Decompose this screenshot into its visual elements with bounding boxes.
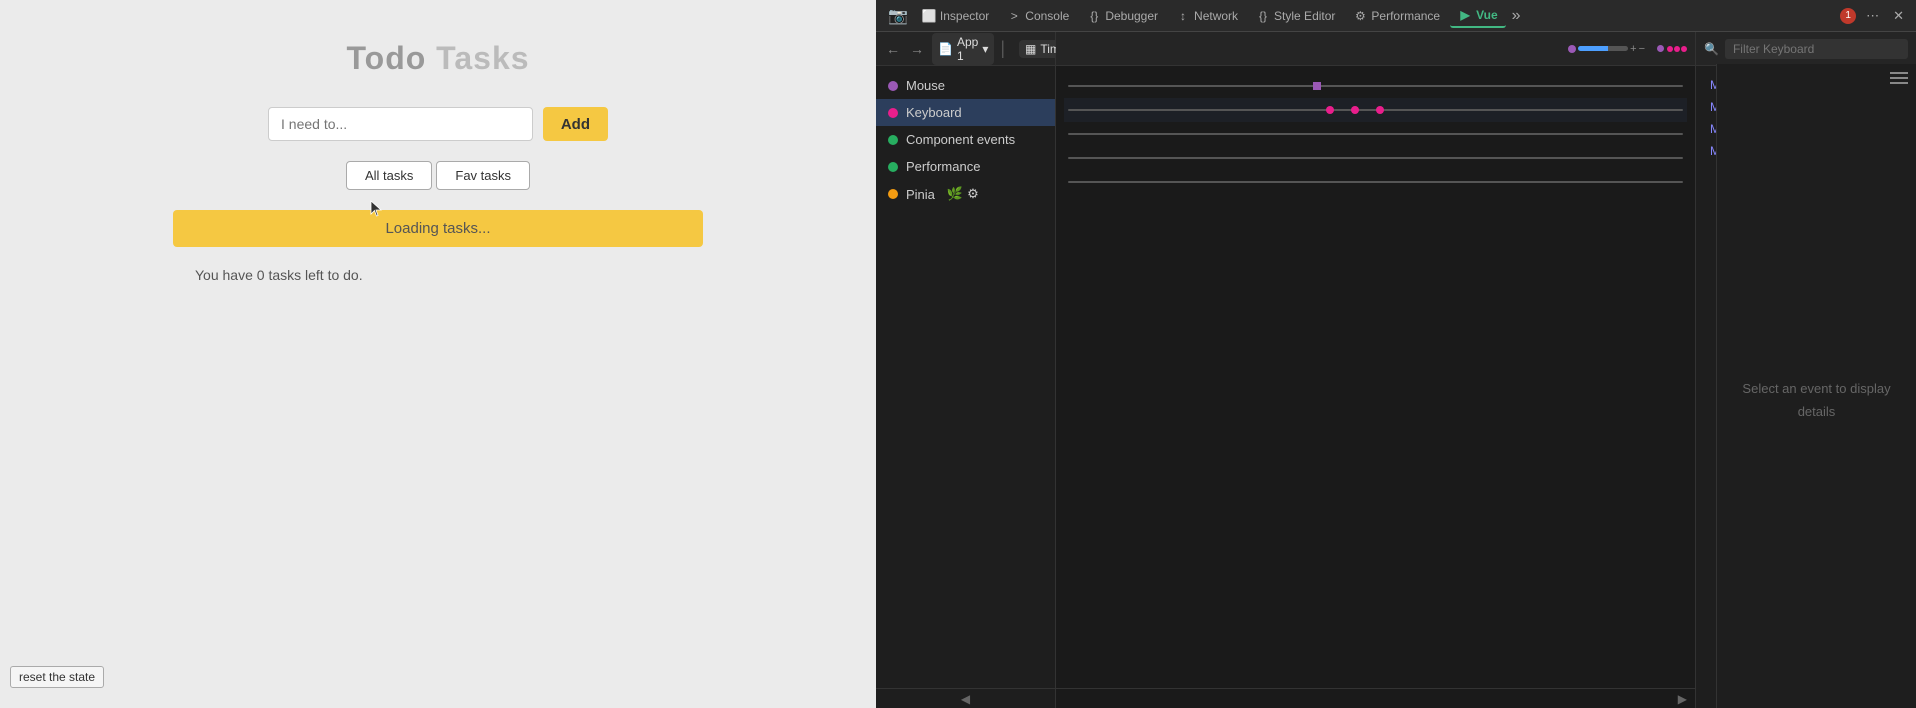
tl-dot-pink-3 xyxy=(1681,46,1687,52)
timeline-icon: ▦ xyxy=(1025,42,1036,56)
pinia-gear-icon: ⚙ xyxy=(967,186,979,202)
error-badge: 1 xyxy=(1840,8,1856,24)
style-editor-icon: {} xyxy=(1256,9,1270,23)
zoom-plus[interactable]: + xyxy=(1630,43,1636,55)
event-detail-right: Select an event to display details xyxy=(1716,64,1916,708)
tab-style-editor[interactable]: {} Style Editor xyxy=(1248,5,1343,27)
tl-event-keyboard-1 xyxy=(1326,106,1334,114)
tl-dot-pink-1 xyxy=(1667,46,1673,52)
console-icon: > xyxy=(1007,9,1021,23)
vue-panel: ← → 📄 App 1 ▾ | ▦ Timeline ▾ 🎨 ⎘ xyxy=(876,32,1056,708)
settings-icon[interactable]: ⋯ xyxy=(1862,6,1883,26)
performance-icon: ⚙ xyxy=(1353,9,1367,23)
devtools-panel: 📷 ⬜ Inspector > Console {} Debugger ↕ Ne… xyxy=(876,0,1916,708)
zoom-indicator: + − xyxy=(1568,43,1645,55)
tl-bar-performance xyxy=(1068,157,1683,159)
empty-state-text: Select an event to display details xyxy=(1717,337,1916,464)
tl-bar-pinia xyxy=(1068,181,1683,183)
tl-bar-mouse xyxy=(1068,85,1683,87)
timeline-bar-area xyxy=(1056,66,1695,708)
filter-fav-button[interactable]: Fav tasks xyxy=(436,161,530,190)
tab-debugger[interactable]: {} Debugger xyxy=(1079,5,1166,27)
tab-inspector[interactable]: ⬜ Inspector xyxy=(914,5,997,27)
event-group-keyboard[interactable]: Keyboard xyxy=(876,99,1055,126)
event-group-pinia[interactable]: Pinia 🌿 ⚙ xyxy=(876,180,1055,208)
reset-state-button[interactable]: reset the state xyxy=(10,666,104,688)
app-page-icon: 📄 xyxy=(938,42,953,56)
tab-network[interactable]: ↕ Network xyxy=(1168,5,1246,27)
network-icon: ↕ xyxy=(1176,9,1190,23)
timeline-panel: + − xyxy=(1056,32,1696,708)
tl-row-performance xyxy=(1064,146,1687,170)
mouse-timeline-dot xyxy=(1568,45,1576,53)
hamburger-menu[interactable] xyxy=(1882,64,1916,92)
app-area: Todo Tasks Add All tasks Fav tasks Loadi… xyxy=(0,0,876,708)
pinia-dot xyxy=(888,189,898,199)
event-group-list: Mouse Keyboard Component events Performa… xyxy=(876,66,1055,688)
tl-event-mouse xyxy=(1313,82,1321,90)
forward-button[interactable]: → xyxy=(908,39,926,59)
screenshot-icon[interactable]: 📷 xyxy=(884,4,912,28)
timeline-controls: + − xyxy=(1056,32,1695,66)
more-tabs-button[interactable]: » xyxy=(1508,5,1525,27)
event-group-performance[interactable]: Performance xyxy=(876,153,1055,180)
tl-event-keyboard-3 xyxy=(1376,106,1384,114)
filter-buttons: All tasks Fav tasks xyxy=(346,161,530,190)
hamburger-line-2 xyxy=(1890,77,1908,79)
tl-row-mouse xyxy=(1064,74,1687,98)
close-devtools-button[interactable]: ✕ xyxy=(1889,6,1908,26)
expand-arrow-icon: ▶ xyxy=(1678,692,1687,706)
pinia-icons: 🌿 ⚙ xyxy=(947,186,979,202)
separator-icon: | xyxy=(1000,38,1005,59)
tl-dot-pink-2 xyxy=(1674,46,1680,52)
event-group-component-events[interactable]: Component events xyxy=(876,126,1055,153)
pinia-leaf-icon: 🌿 xyxy=(947,186,963,202)
panel-collapse-button[interactable]: ◀ xyxy=(876,688,1055,708)
mouse-dot xyxy=(888,81,898,91)
vue-toolbar: ← → 📄 App 1 ▾ | ▦ Timeline ▾ 🎨 ⎘ xyxy=(876,32,1055,66)
devtools-topbar: 📷 ⬜ Inspector > Console {} Debugger ↕ Ne… xyxy=(876,0,1916,32)
hamburger-line-1 xyxy=(1890,72,1908,74)
tl-row-pinia xyxy=(1064,170,1687,194)
tl-dot-purple xyxy=(1657,45,1664,52)
tab-console[interactable]: > Console xyxy=(999,5,1077,27)
search-icon: 🔍 xyxy=(1704,42,1719,56)
debugger-icon: {} xyxy=(1087,9,1101,23)
topbar-right-icons: 1 ⋯ ✕ xyxy=(1840,6,1908,26)
add-button[interactable]: Add xyxy=(543,107,608,141)
event-filter-input[interactable] xyxy=(1725,39,1908,59)
tasks-left: You have 0 tasks left to do. xyxy=(195,267,363,283)
timeline-panel-expand[interactable]: ▶ xyxy=(1056,688,1695,708)
empty-state: Select an event to display details xyxy=(1717,92,1916,708)
event-details-panel: 🔍 Meta 16:16:00 Meta 16:16:01 Meta 16:16… xyxy=(1696,32,1916,708)
input-row: Add xyxy=(268,107,608,141)
collapse-arrow-icon: ◀ xyxy=(961,692,970,706)
tl-row-keyboard xyxy=(1064,98,1687,122)
hamburger-line-3 xyxy=(1890,82,1908,84)
ed-toolbar: 🔍 xyxy=(1696,32,1916,66)
tl-dots-row xyxy=(1667,45,1687,52)
tl-event-keyboard-2 xyxy=(1351,106,1359,114)
zoom-minus[interactable]: − xyxy=(1639,43,1645,55)
tab-vue[interactable]: ▶ Vue xyxy=(1450,4,1506,28)
tl-bar-component-events xyxy=(1068,133,1683,135)
loading-bar: Loading tasks... xyxy=(173,210,703,247)
app-selector[interactable]: 📄 App 1 ▾ xyxy=(932,33,994,65)
timeline-dots xyxy=(1657,45,1687,52)
filter-all-button[interactable]: All tasks xyxy=(346,161,432,190)
back-button[interactable]: ← xyxy=(884,39,902,59)
task-input[interactable] xyxy=(268,107,533,141)
event-group-mouse[interactable]: Mouse xyxy=(876,72,1055,99)
app-selector-chevron: ▾ xyxy=(982,42,988,56)
devtools-content: ← → 📄 App 1 ▾ | ▦ Timeline ▾ 🎨 ⎘ xyxy=(876,32,1916,708)
tl-row-component-events xyxy=(1064,122,1687,146)
keyboard-dot xyxy=(888,108,898,118)
performance-dot xyxy=(888,162,898,172)
app-title: Todo Tasks xyxy=(346,40,529,77)
inspector-icon: ⬜ xyxy=(922,9,936,23)
vue-icon: ▶ xyxy=(1458,8,1472,22)
zoom-bar xyxy=(1578,46,1628,51)
tab-performance[interactable]: ⚙ Performance xyxy=(1345,5,1448,27)
component-events-dot xyxy=(888,135,898,145)
